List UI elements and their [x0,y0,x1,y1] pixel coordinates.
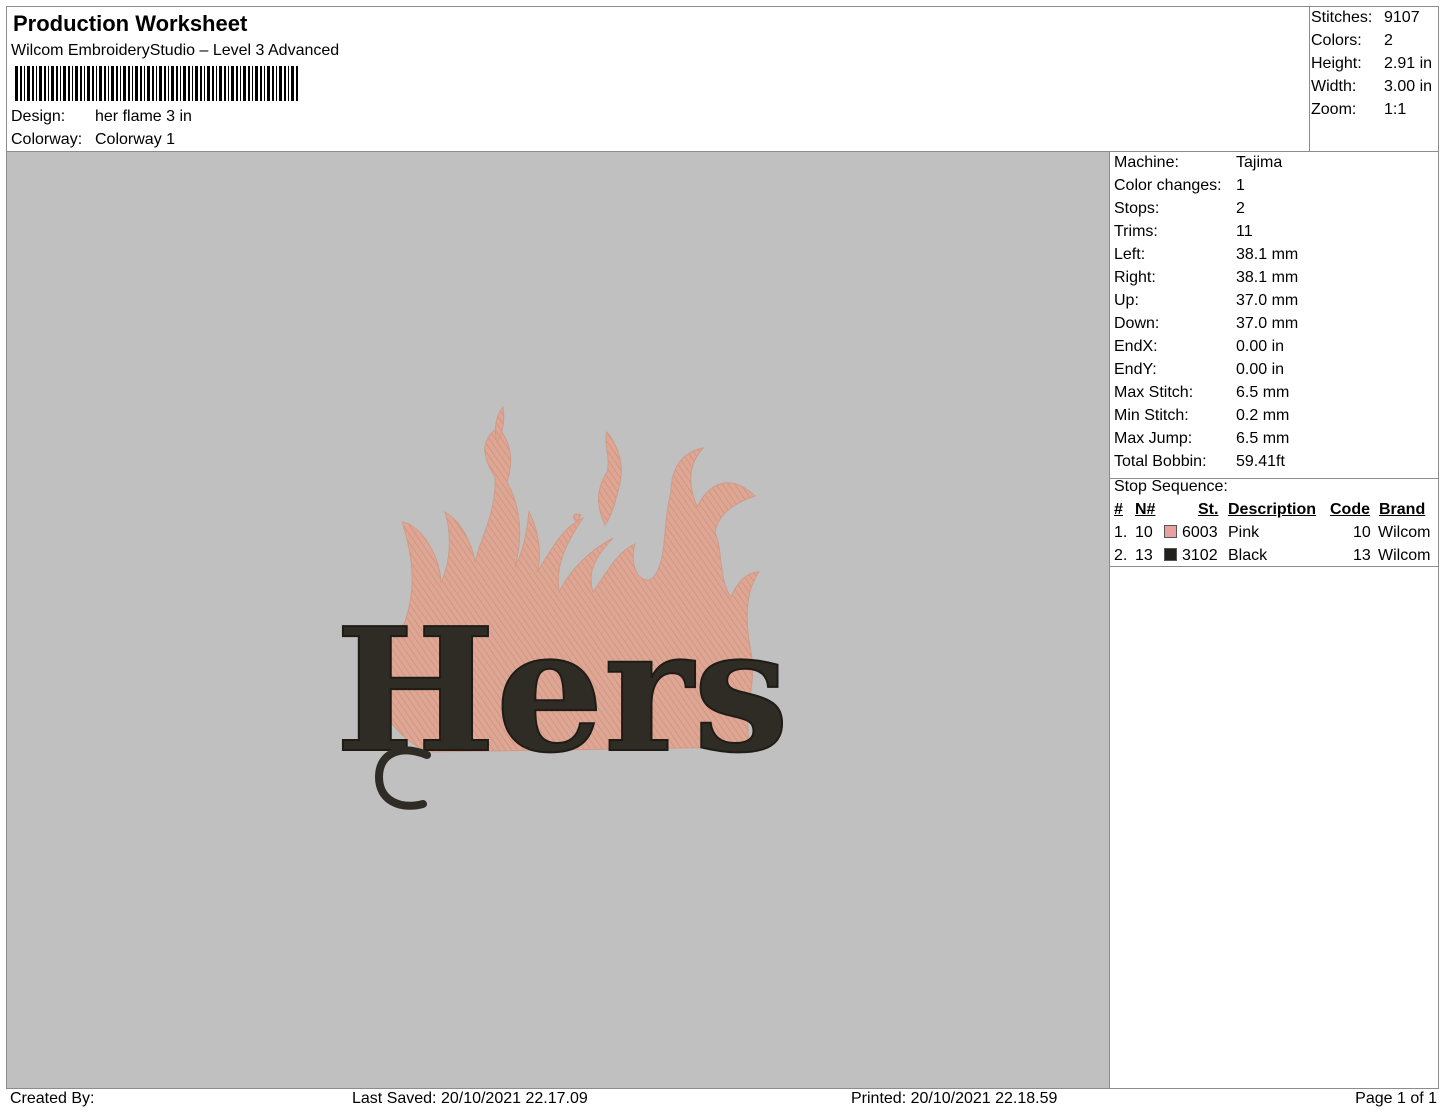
info-label: Max Stitch: [1114,384,1194,401]
stat-label: Stitches: [1311,9,1373,26]
row-brand: Wilcom [1378,547,1431,564]
worksheet-footer: Created By: Last Saved: 20/10/2021 22.17… [6,1088,1439,1111]
info-value: 38.1 mm [1236,246,1299,263]
info-label: EndX: [1114,338,1158,355]
col-header-needle: N# [1135,501,1156,518]
row-needle: 13 [1135,547,1153,564]
row-st: 6003 [1182,524,1218,541]
info-label: Left: [1114,246,1146,263]
hers-text: Hers [335,591,789,791]
machine-info: Machine: Tajima Color changes: 1 Stops: … [1109,151,1439,479]
design-summary: Stitches: 9107 Colors: 2 Height: 2.91 in… [1309,6,1439,152]
stop-sequence-title: Stop Sequence: [1114,478,1228,495]
stop-sequence: Stop Sequence: # N# St. Description Code… [1109,478,1439,567]
info-value: 2 [1236,200,1245,217]
info-label: Stops: [1114,200,1160,217]
stat-value: 9107 [1384,9,1420,26]
col-header-brand: Brand [1379,501,1426,518]
info-value: 6.5 mm [1236,384,1290,401]
design-preview: Hers [6,151,1110,1089]
info-value: Tajima [1236,154,1283,171]
info-value: 6.5 mm [1236,430,1290,447]
stat-label: Colors: [1311,32,1362,49]
info-label: Max Jump: [1114,430,1193,447]
row-num: 1. [1114,524,1128,541]
hers-lettering: Hers [334,590,790,810]
info-label: Color changes: [1114,177,1222,194]
barcode-icon [15,66,298,101]
stat-value: 2.91 in [1384,55,1433,72]
info-label: EndY: [1114,361,1157,378]
info-label: Trims: [1114,223,1158,240]
info-value: 11 [1236,223,1253,240]
info-value: 59.41ft [1236,453,1285,470]
page-number: Page 1 of 1 [1355,1090,1437,1107]
design-name: her flame 3 in [95,108,192,125]
thread-color-swatch [1164,525,1177,538]
row-st: 3102 [1182,547,1218,564]
stat-label: Zoom: [1311,101,1357,118]
info-label: Total Bobbin: [1114,453,1207,470]
info-label: Up: [1114,292,1139,309]
last-saved: Last Saved: 20/10/2021 22.17.09 [352,1090,588,1107]
col-header-code: Code [1330,501,1370,518]
stat-value: 2 [1384,32,1393,49]
worksheet-header: Production Worksheet Wilcom EmbroiderySt… [6,6,1310,152]
colorway-label: Colorway: [11,131,83,148]
row-description: Pink [1228,524,1260,541]
printed-date: Printed: 20/10/2021 22.18.59 [851,1090,1058,1107]
info-value: 0.2 mm [1236,407,1290,424]
info-label: Right: [1114,269,1156,286]
col-header-num: # [1114,501,1123,518]
info-value: 0.00 in [1236,338,1285,355]
info-label: Min Stitch: [1114,407,1189,424]
design-label: Design: [11,108,66,125]
row-needle: 10 [1135,524,1153,541]
stat-label: Height: [1311,55,1362,72]
stat-value: 3.00 in [1384,78,1433,95]
notes-area [1109,566,1439,1089]
col-header-description: Description [1228,501,1317,518]
row-num: 2. [1114,547,1128,564]
info-value: 0.00 in [1236,361,1285,378]
info-value: 37.0 mm [1236,292,1299,309]
thread-color-swatch [1164,548,1177,561]
info-value: 38.1 mm [1236,269,1299,286]
col-header-st: St. [1198,501,1219,518]
embroidery-preview: Hers [334,405,790,810]
info-label: Down: [1114,315,1160,332]
row-brand: Wilcom [1378,524,1431,541]
row-code: 13 [1353,547,1371,564]
row-description: Black [1228,547,1268,564]
info-value: 37.0 mm [1236,315,1299,332]
row-code: 10 [1353,524,1371,541]
created-by: Created By: [10,1090,95,1107]
info-label: Machine: [1114,154,1179,171]
stat-label: Width: [1311,78,1357,95]
worksheet-title: Production Worksheet [13,11,248,36]
info-value: 1 [1236,177,1245,194]
software-name: Wilcom EmbroideryStudio – Level 3 Advanc… [11,42,340,59]
colorway-name: Colorway 1 [95,131,176,148]
stat-value: 1:1 [1384,101,1407,118]
